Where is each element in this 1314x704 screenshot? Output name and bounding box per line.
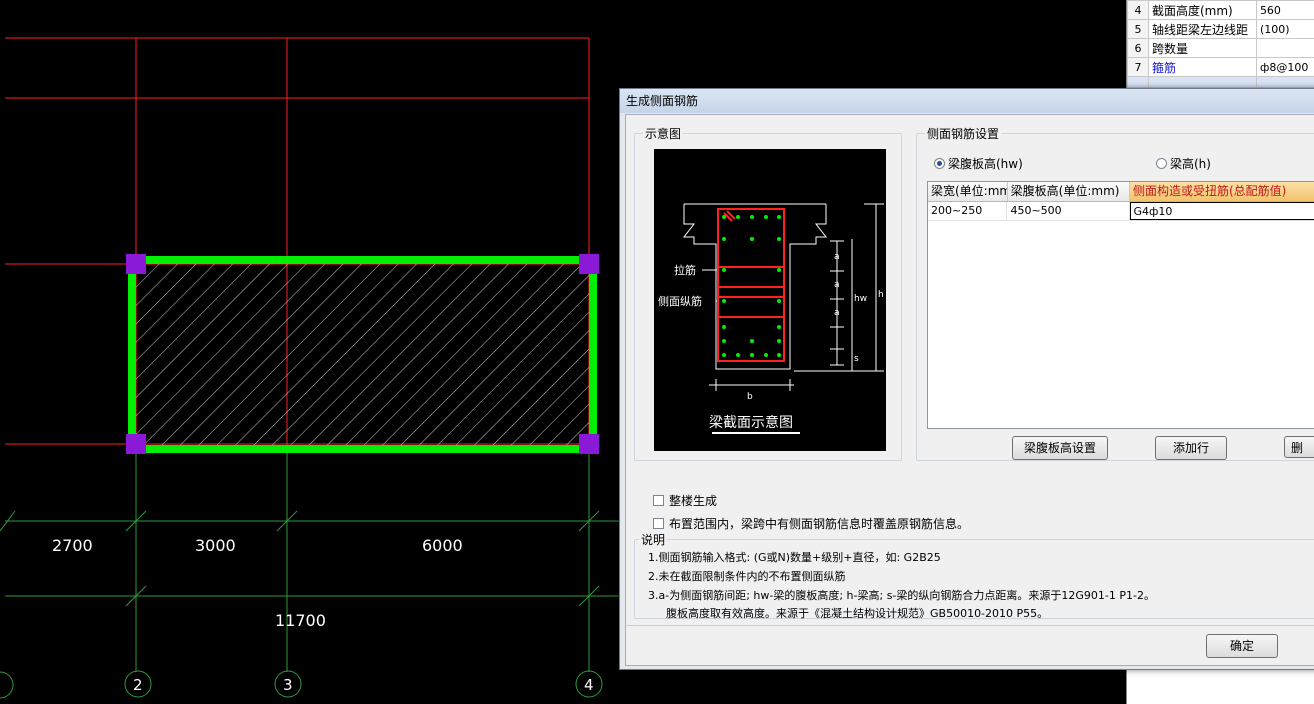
column-header-side-rebar[interactable]: 侧面构造或受扭筋(总配筋值) bbox=[1130, 182, 1314, 201]
dim-label-s: s bbox=[854, 354, 859, 364]
column-header-web-height[interactable]: 梁腹板高(单位:mm) bbox=[1008, 182, 1130, 201]
grid-row[interactable]: 200~250 450~500 G4ф10 bbox=[928, 202, 1314, 221]
notes-title: 说明 bbox=[639, 531, 668, 548]
radio-web-height-label: 梁腹板高(hw) bbox=[948, 157, 1023, 171]
dim-label-a: a bbox=[834, 280, 840, 290]
cell-side-rebar-input[interactable]: G4ф10 bbox=[1129, 202, 1314, 220]
dimension-text: 6000 bbox=[422, 536, 463, 555]
radio-web-height[interactable]: 梁腹板高(hw) bbox=[934, 155, 1023, 172]
green-axis-lines bbox=[0, 444, 619, 672]
row-number: 7 bbox=[1127, 57, 1149, 77]
property-name: 截面高度(mm) bbox=[1148, 0, 1257, 20]
property-value[interactable]: ф8@100 bbox=[1255, 57, 1314, 77]
note-line: 3.a-为侧面钢筋间距; hw-梁的腹板高度; h-梁高; s-梁的纵向钢筋合力… bbox=[648, 589, 1155, 602]
dialog-body: 示意图 拉筋 侧面纵筋 a a a hw h s b 梁截面示意图 侧面钢筋设置… bbox=[625, 114, 1314, 666]
beam-section-schematic: 拉筋 侧面纵筋 a a a hw h s b 梁截面示意图 bbox=[654, 149, 886, 451]
row-number: 6 bbox=[1127, 38, 1149, 58]
whole-floor-label: 整楼生成 bbox=[669, 494, 718, 508]
side-rebar-dialog: 生成侧面钢筋 示意图 拉筋 侧面纵筋 a a a hw h s b 梁截面示意图… bbox=[619, 88, 1314, 670]
note-line: 1.侧面钢筋输入格式: (G或N)数量+级别+直径，如: G2B25 bbox=[648, 551, 941, 564]
property-row-partial bbox=[1127, 76, 1314, 88]
row-number: 4 bbox=[1127, 0, 1149, 20]
axis-bubble[interactable]: 4 bbox=[575, 670, 603, 698]
whole-floor-checkbox[interactable]: 整楼生成 bbox=[653, 492, 717, 509]
property-name-link[interactable]: 箍筋 bbox=[1148, 57, 1257, 77]
dim-label-h: h bbox=[878, 290, 884, 300]
rebar-settings-grid[interactable]: 梁宽(单位:mm) 梁腹板高(单位:mm) 侧面构造或受扭筋(总配筋值) 200… bbox=[927, 181, 1314, 429]
ok-button[interactable]: 确定 bbox=[1206, 634, 1278, 658]
dimension-text: 3000 bbox=[195, 536, 236, 555]
note-line: 2.未在截面限制条件内的不布置侧面纵筋 bbox=[648, 570, 846, 583]
dim-label-a: a bbox=[834, 308, 840, 318]
dim-label-a: a bbox=[834, 252, 840, 262]
overwrite-label: 布置范围内，梁跨中有侧面钢筋信息时覆盖原钢筋信息。 bbox=[669, 517, 970, 531]
dialog-title[interactable]: 生成侧面钢筋 bbox=[620, 89, 1314, 113]
properties-table: 4 截面高度(mm) 560 5 轴线距梁左边线距 (100) 6 跨数量 7 … bbox=[1127, 0, 1314, 88]
footer-divider bbox=[626, 625, 1314, 626]
property-row[interactable]: 6 跨数量 bbox=[1127, 38, 1314, 58]
column-header-beam-width[interactable]: 梁宽(单位:mm) bbox=[928, 182, 1008, 201]
axis-label: 4 bbox=[584, 676, 594, 694]
property-name: 轴线距梁左边线距 bbox=[1148, 19, 1257, 39]
dim-label-b: b bbox=[747, 392, 753, 402]
grid-header: 梁宽(单位:mm) 梁腹板高(单位:mm) 侧面构造或受扭筋(总配筋值) bbox=[928, 182, 1314, 202]
axis-bubble-partial bbox=[0, 671, 14, 699]
schematic-label-tie: 拉筋 bbox=[674, 263, 696, 277]
schematic-label-side-bar: 侧面纵筋 bbox=[658, 294, 702, 308]
dimension-text: 2700 bbox=[52, 536, 93, 555]
axis-label: 3 bbox=[283, 676, 293, 694]
note-line: 腹板高度取有效高度。来源于《混凝土结构设计规范》GB50010-2010 P55… bbox=[666, 607, 1049, 620]
cell-beam-width[interactable]: 200~250 bbox=[928, 202, 1008, 220]
axis-label: 2 bbox=[133, 676, 143, 694]
dim-label-hw: hw bbox=[854, 294, 867, 304]
radio-unselected-icon bbox=[1156, 158, 1167, 169]
property-row[interactable]: 4 截面高度(mm) 560 bbox=[1127, 0, 1314, 20]
beam-hatch bbox=[136, 263, 589, 445]
property-name: 跨数量 bbox=[1148, 38, 1257, 58]
axis-bubble[interactable]: 3 bbox=[274, 670, 302, 698]
overwrite-checkbox[interactable]: 布置范围内，梁跨中有侧面钢筋信息时覆盖原钢筋信息。 bbox=[653, 515, 969, 532]
radio-beam-height[interactable]: 梁高(h) bbox=[1156, 155, 1211, 172]
property-value[interactable]: 560 bbox=[1255, 0, 1314, 20]
checkbox-unchecked-icon bbox=[653, 495, 664, 506]
radio-selected-icon bbox=[934, 158, 945, 169]
radio-beam-height-label: 梁高(h) bbox=[1170, 157, 1211, 171]
total-dimension-text: 11700 bbox=[275, 611, 326, 630]
row-number: 5 bbox=[1127, 19, 1149, 39]
cell-web-height[interactable]: 450~500 bbox=[1007, 202, 1130, 220]
add-row-button[interactable]: 添加行 bbox=[1155, 436, 1227, 460]
property-row[interactable]: 5 轴线距梁左边线距 (100) bbox=[1127, 19, 1314, 39]
schematic-group-label: 示意图 bbox=[643, 125, 684, 142]
delete-row-button[interactable]: 删 bbox=[1284, 436, 1314, 458]
checkbox-unchecked-icon bbox=[653, 518, 664, 529]
axis-bubble[interactable]: 2 bbox=[124, 670, 152, 698]
schematic-caption: 梁截面示意图 bbox=[709, 414, 793, 431]
web-height-settings-button[interactable]: 梁腹板高设置 bbox=[1012, 436, 1108, 460]
property-row[interactable]: 7 箍筋 ф8@100 bbox=[1127, 57, 1314, 77]
property-value[interactable]: (100) bbox=[1255, 19, 1314, 39]
property-value[interactable] bbox=[1255, 38, 1314, 58]
settings-group-label: 侧面钢筋设置 bbox=[925, 125, 1002, 142]
